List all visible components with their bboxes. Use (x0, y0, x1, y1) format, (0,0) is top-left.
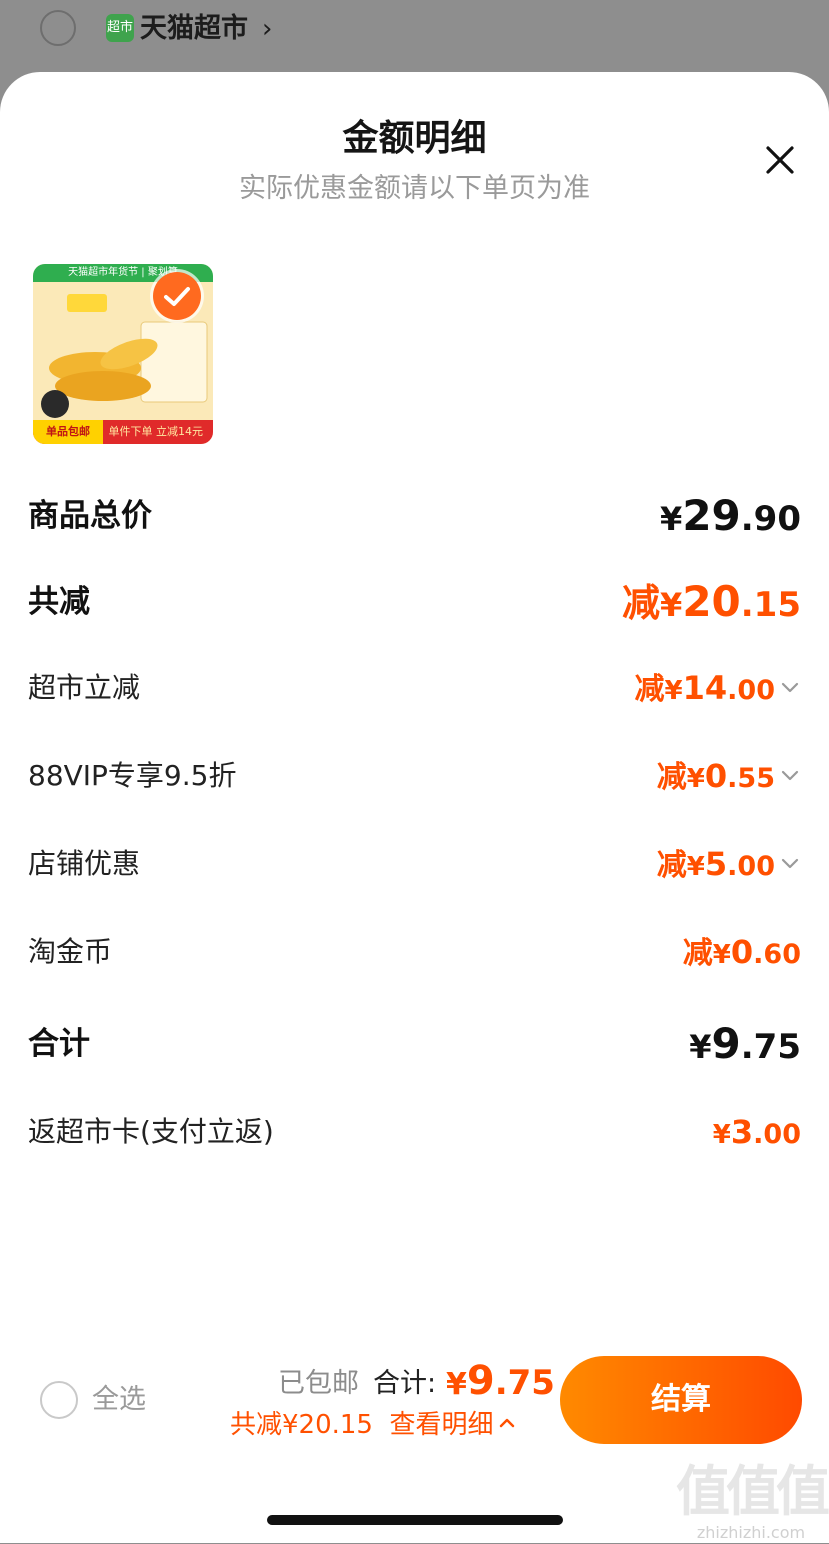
detail-row-label: 88VIP专享9.5折 (28, 759, 237, 792)
detail-row-label: 淘金币 (28, 935, 113, 968)
detail-row: 返超市卡(支付立返) ¥3.00 (28, 1102, 801, 1162)
detail-row-label: 店铺优惠 (28, 847, 141, 880)
detail-row-amount: ¥29.90 (660, 491, 801, 540)
store-header: 超市 天猫超市 › (0, 0, 829, 72)
check-icon[interactable] (153, 272, 201, 320)
detail-row: 淘金币 减¥0.60 (28, 922, 801, 982)
close-icon[interactable] (758, 138, 802, 182)
product-thumbnail[interactable]: 天猫超市年货节 | 聚划算 单件下单 立减14元 单品包邮 (33, 264, 213, 444)
detail-row-amount: ¥9.75 (689, 1019, 801, 1068)
detail-row[interactable]: 超市立减 减¥14.00 (28, 658, 801, 718)
detail-row-amount: 减¥14.00 (634, 669, 775, 707)
home-indicator (267, 1515, 563, 1525)
detail-row-amount: 减¥5.00 (656, 845, 775, 883)
total-label: 合计: (373, 1368, 437, 1399)
store-name[interactable]: 天猫超市 (140, 10, 248, 48)
detail-row-label: 合计 (28, 1026, 90, 1062)
detail-row-amount: 减¥20.15 (622, 577, 801, 626)
detail-row-amount: 减¥0.55 (656, 757, 775, 795)
detail-row-label: 商品总价 (28, 498, 152, 534)
checkout-button[interactable]: 结算 (560, 1356, 802, 1444)
select-all-label[interactable]: 全选 (92, 1380, 146, 1420)
detail-row-label: 返超市卡(支付立返) (28, 1115, 274, 1148)
price-detail-sheet: 金额明细 实际优惠金额请以下单页为准 天猫超市年货节 | 聚划算 单件下单 立减… (0, 72, 829, 1543)
tmall-supermarket-logo: 超市 (106, 14, 134, 42)
detail-row: 共减 减¥20.15 (28, 572, 801, 632)
detail-row-amount: 减¥0.60 (682, 933, 801, 971)
chevron-down-icon[interactable] (779, 676, 801, 698)
sheet-title: 金额明细 (342, 118, 487, 159)
sheet-subtitle: 实际优惠金额请以下单页为准 (239, 173, 590, 204)
detail-row: 商品总价 ¥29.90 (28, 486, 801, 546)
chevron-down-icon[interactable] (779, 852, 801, 874)
chevron-down-icon[interactable] (779, 764, 801, 786)
store-select-radio[interactable] (40, 10, 76, 46)
view-detail-link[interactable]: 查看明细 (390, 1410, 494, 1440)
detail-row: 合计 ¥9.75 (28, 1014, 801, 1074)
watermark-url: zhizhizhi.com (696, 1523, 806, 1542)
select-all-radio[interactable] (40, 1381, 78, 1419)
site-watermark: 值值值 zhizhizhi.com (676, 1460, 829, 1544)
watermark-logo: 值值值 (676, 1460, 829, 1523)
chevron-right-icon[interactable]: › (262, 10, 272, 48)
detail-row-amount: ¥3.00 (712, 1113, 801, 1151)
shipping-status: 已包邮 (278, 1368, 359, 1399)
detail-row-label: 超市立减 (28, 671, 141, 704)
free-shipping-tag: 单品包邮 (33, 420, 103, 444)
discount-total: 共减¥20.15 (230, 1410, 373, 1440)
discount-summary[interactable]: 共减¥20.15 查看明细 (230, 1406, 516, 1444)
detail-row-label: 共减 (28, 584, 90, 620)
detail-row[interactable]: 88VIP专享9.5折 减¥0.55 (28, 746, 801, 806)
detail-row[interactable]: 店铺优惠 减¥5.00 (28, 834, 801, 894)
chevron-up-icon[interactable] (498, 1414, 516, 1432)
